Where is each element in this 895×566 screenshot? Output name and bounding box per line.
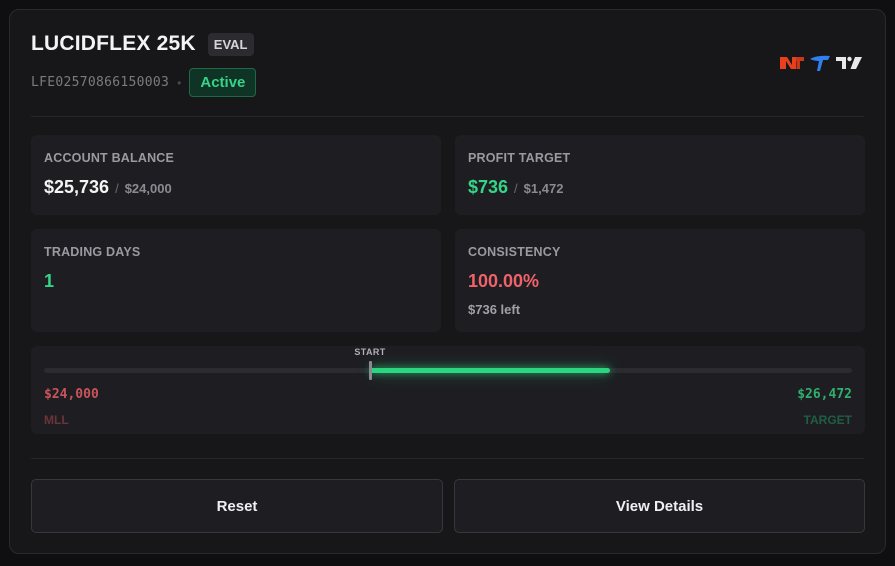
profit-target-value-row: $736 / $1,472 <box>468 177 852 198</box>
profit-target-value: $736 <box>468 177 509 197</box>
profit-target-card: PROFIT TARGET $736 / $1,472 <box>455 135 865 215</box>
start-label: START <box>354 347 386 357</box>
footer-divider <box>31 458 864 459</box>
value-separator: / <box>514 181 518 196</box>
mll-label: MLL <box>44 413 69 427</box>
account-balance-label: ACCOUNT BALANCE <box>44 151 175 165</box>
profit-target-label: PROFIT TARGET <box>468 151 571 165</box>
consistency-value-row: 100.00% <box>468 271 852 292</box>
consistency-remaining: $736 left <box>468 302 521 317</box>
value-separator: / <box>115 181 119 196</box>
account-type-badge: EVAL <box>207 32 254 56</box>
mll-value: $24,000 <box>44 387 99 402</box>
account-id: LFE02570866150003 <box>31 75 170 90</box>
consistency-card: CONSISTENCY 100.00% $736 left <box>455 229 865 332</box>
account-balance-value: $25,736 <box>44 177 110 197</box>
account-balance-card: ACCOUNT BALANCE $25,736 / $24,000 <box>31 135 441 215</box>
consistency-value: 100.00% <box>468 271 540 291</box>
status-badge: Active <box>189 68 257 97</box>
consistency-label: CONSISTENCY <box>468 245 561 259</box>
profit-target-goal: $1,472 <box>523 181 564 196</box>
header-divider <box>31 116 864 117</box>
account-name: LUCIDFLEX 25K <box>31 32 196 55</box>
title-row: LUCIDFLEX 25K EVAL <box>31 32 254 56</box>
separator-dot: • <box>177 75 182 90</box>
reset-button[interactable]: Reset <box>31 479 443 533</box>
start-marker <box>369 361 372 380</box>
trading-days-card: TRADING DAYS 1 <box>31 229 441 332</box>
view-details-button[interactable]: View Details <box>454 479 865 533</box>
trading-days-label: TRADING DAYS <box>44 245 141 259</box>
account-card: LUCIDFLEX 25K EVAL LFE02570866150003 • A… <box>9 9 886 554</box>
tradovate-logo-icon <box>810 55 830 71</box>
target-value: $26,472 <box>797 387 852 402</box>
account-balance-starting: $24,000 <box>124 181 172 196</box>
progress-track: START <box>44 347 852 380</box>
account-balance-value-row: $25,736 / $24,000 <box>44 177 428 198</box>
account-meta-row: LFE02570866150003 • Active <box>31 68 257 97</box>
tradingview-logo-icon <box>836 56 862 69</box>
platform-logos <box>779 54 863 72</box>
drawdown-progress-panel: START $24,000 MLL $26,472 TARGET <box>31 346 865 434</box>
target-label: TARGET <box>803 413 852 427</box>
progress-fill <box>370 368 610 373</box>
ninjatrader-logo-icon <box>780 57 804 69</box>
trading-days-value-row: 1 <box>44 271 428 292</box>
trading-days-value: 1 <box>44 271 55 291</box>
